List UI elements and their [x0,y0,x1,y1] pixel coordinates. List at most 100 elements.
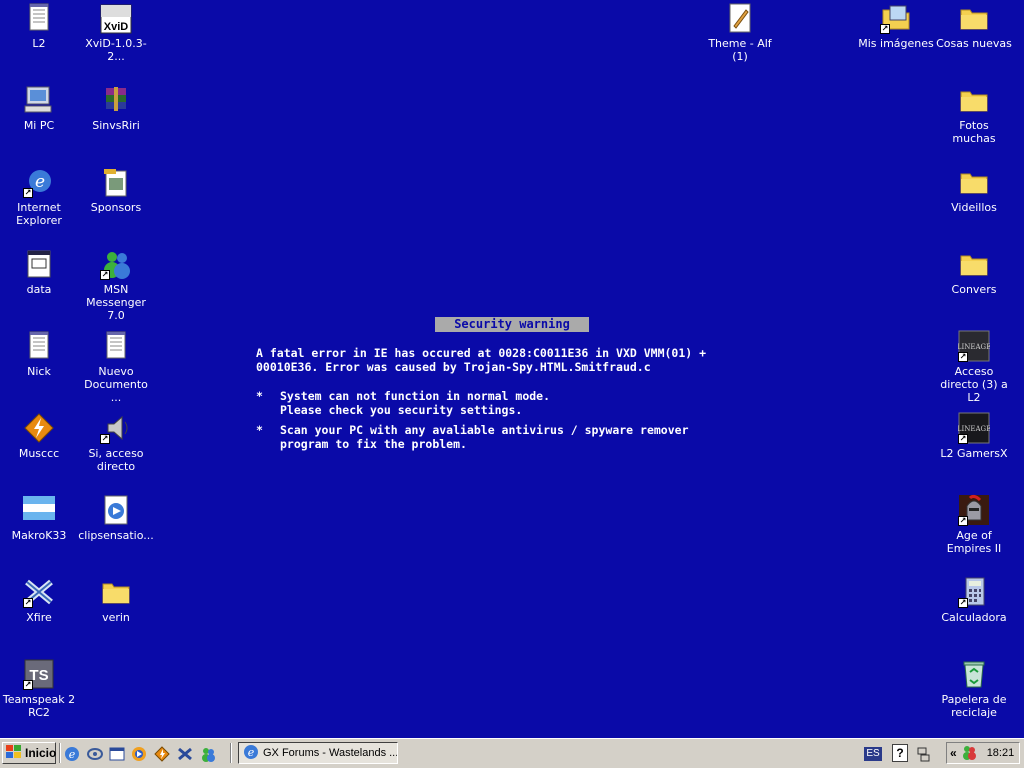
desktop-icon-label: Si, acceso directo [88,447,144,473]
quicklaunch-msn-icon[interactable] [200,746,216,762]
desktop-icon-label: Theme - Alf (1) [708,37,772,63]
desktop-icon-mis-imagenes[interactable]: ↗ Mis imágenes [857,0,935,50]
desktop-icon-fotos-muchas[interactable]: Fotos muchas [935,82,1013,145]
age-of-empires-icon: ↗ [958,494,990,526]
desktop-icon-l2[interactable]: L2 [0,0,78,50]
desktop-icon-papelera[interactable]: Papelera de reciclaje [935,656,1013,719]
start-button-label: Inicio [25,746,57,760]
desktop-icon-calculadora[interactable]: ↗ Calculadora [935,574,1013,624]
desktop-icon-label: Fotos muchas [952,119,996,145]
help-icon: ? [896,746,904,760]
winamp-icon [23,412,55,444]
svg-text:e: e [35,172,45,192]
shortcut-arrow-icon: ↗ [100,434,110,444]
lineage-shortcut-icon: LINEAGE ↗ [957,412,991,444]
folder-icon [958,166,990,198]
desktop-icon-verin[interactable]: verin [77,574,155,624]
quicklaunch-media-player-icon[interactable] [131,746,147,762]
svg-text:LINEAGE: LINEAGE [958,425,990,433]
desktop-icon-label: Acceso directo (3) a L2 [940,365,1008,404]
desktop-icon-label: Videillos [951,201,997,214]
desktop-icon-label: Nuevo Documento ... [84,365,148,404]
taskbar-separator [230,743,232,763]
desktop-icon-label: Mis imágenes [858,37,934,50]
desktop-icon-label: Sponsors [90,201,142,214]
desktop-icon-convers[interactable]: Convers [935,246,1013,296]
quicklaunch-network-icon[interactable] [87,746,103,762]
quicklaunch-ie-icon[interactable]: e [64,746,80,762]
desktop-icon-internet-explorer[interactable]: e ↗ Internet Explorer [0,164,78,227]
display-settings-icon[interactable] [916,746,932,762]
desktop-icon-label: Mi PC [23,119,55,132]
desktop-icon-musccc[interactable]: Musccc [0,410,78,460]
notepad-document-icon [23,2,55,34]
desktop-icon-makrok33[interactable]: MakroK33 [0,492,78,542]
shortcut-arrow-icon: ↗ [23,598,33,608]
msn-tray-icon[interactable] [961,744,977,763]
desktop-icon-sponsors[interactable]: Sponsors [77,164,155,214]
windows-logo-icon [6,744,22,762]
recycle-bin-icon [958,658,990,690]
warning-bullet: * [256,423,263,437]
start-button[interactable]: Inicio [2,742,56,764]
desktop-icon-teamspeak[interactable]: TS ↗ Teamspeak 2 RC2 [0,656,78,719]
desktop-icon-label: Teamspeak 2 RC2 [2,693,76,719]
desktop-icon-label: Musccc [18,447,60,460]
desktop-icon-label: Calculadora [941,611,1007,624]
shortcut-arrow-icon: ↗ [958,516,968,526]
notepad-document-icon [100,330,132,362]
language-indicator[interactable]: ES [864,747,882,761]
desktop-icon-sinvsriri[interactable]: SinvsRiri [77,82,155,132]
desktop-icon-clipsensatio[interactable]: clipsensatio... [77,492,155,542]
desktop-icon-nick[interactable]: Nick [0,328,78,378]
folder-icon [958,84,990,116]
quicklaunch-xfire-icon[interactable] [177,746,193,762]
folder-icon [100,576,132,608]
data-file-icon [23,248,55,280]
shortcut-arrow-icon: ↗ [23,680,33,690]
desktop-icon-l2-gamersx[interactable]: LINEAGE ↗ L2 GamersX [935,410,1013,460]
shortcut-arrow-icon: ↗ [958,434,968,444]
desktop-icon-nuevo-documento[interactable]: Nuevo Documento ... [77,328,155,404]
msn-messenger-icon: ↗ [100,248,132,280]
image-file-icon [100,166,132,198]
desktop-icon-age-of-empires[interactable]: ↗ Age of Empires II [935,492,1013,555]
media-file-icon [100,494,132,526]
svg-text:XviD: XviD [104,21,129,33]
warning-bullet: * [256,389,263,403]
xvid-installer-icon: XviD [100,2,132,34]
desktop-icon-cosas-nuevas[interactable]: Cosas nuevas [935,0,1013,50]
desktop-icon-label: MakroK33 [11,529,67,542]
svg-text:e: e [248,746,255,759]
desktop-icon-acceso-directo-l2[interactable]: LINEAGE ↗ Acceso directo (3) a L2 [935,328,1013,404]
desktop-icon-theme-alf[interactable]: Theme - Alf (1) [701,0,779,63]
taskbar-window-button[interactable]: e GX Forums - Wastelands ... [238,742,398,764]
help-button[interactable]: ? [892,744,908,762]
svg-text:LINEAGE: LINEAGE [958,343,990,351]
desktop-icon-label: data [26,283,52,296]
quicklaunch-winamp-icon[interactable] [154,746,170,762]
desktop-icon-videillos[interactable]: Videillos [935,164,1013,214]
notepad-document-icon [23,330,55,362]
desktop-icon-data[interactable]: data [0,246,78,296]
desktop-icon-label: Convers [951,283,997,296]
desktop-icon-msn-messenger[interactable]: ↗ MSN Messenger 7.0 [77,246,155,322]
tray-expand-button[interactable]: « [950,746,957,760]
svg-text:e: e [69,748,76,761]
language-code: ES [866,748,880,759]
desktop-icon-xvid[interactable]: XviD XviD-1.0.3-2... [77,0,155,63]
desktop-icon-xfire[interactable]: ↗ Xfire [0,574,78,624]
warning-item-line: Please check you security settings. [280,403,523,417]
desktop-icon-label: Age of Empires II [946,529,1002,555]
warning-message-line: A fatal error in IE has occured at 0028:… [256,346,707,360]
lineage-shortcut-icon: LINEAGE ↗ [957,330,991,362]
ie-window-icon: e [243,744,259,763]
calculator-icon: ↗ [958,576,990,608]
quicklaunch-window-icon[interactable] [109,746,125,762]
warning-item-line: program to fix the problem. [280,437,467,451]
flag-image-icon [23,494,55,526]
shortcut-arrow-icon: ↗ [100,270,110,280]
desktop-icon-mi-pc[interactable]: Mi PC [0,82,78,132]
clock[interactable]: 18:21 [987,747,1015,759]
desktop-icon-si-acceso-directo[interactable]: ↗ Si, acceso directo [77,410,155,473]
